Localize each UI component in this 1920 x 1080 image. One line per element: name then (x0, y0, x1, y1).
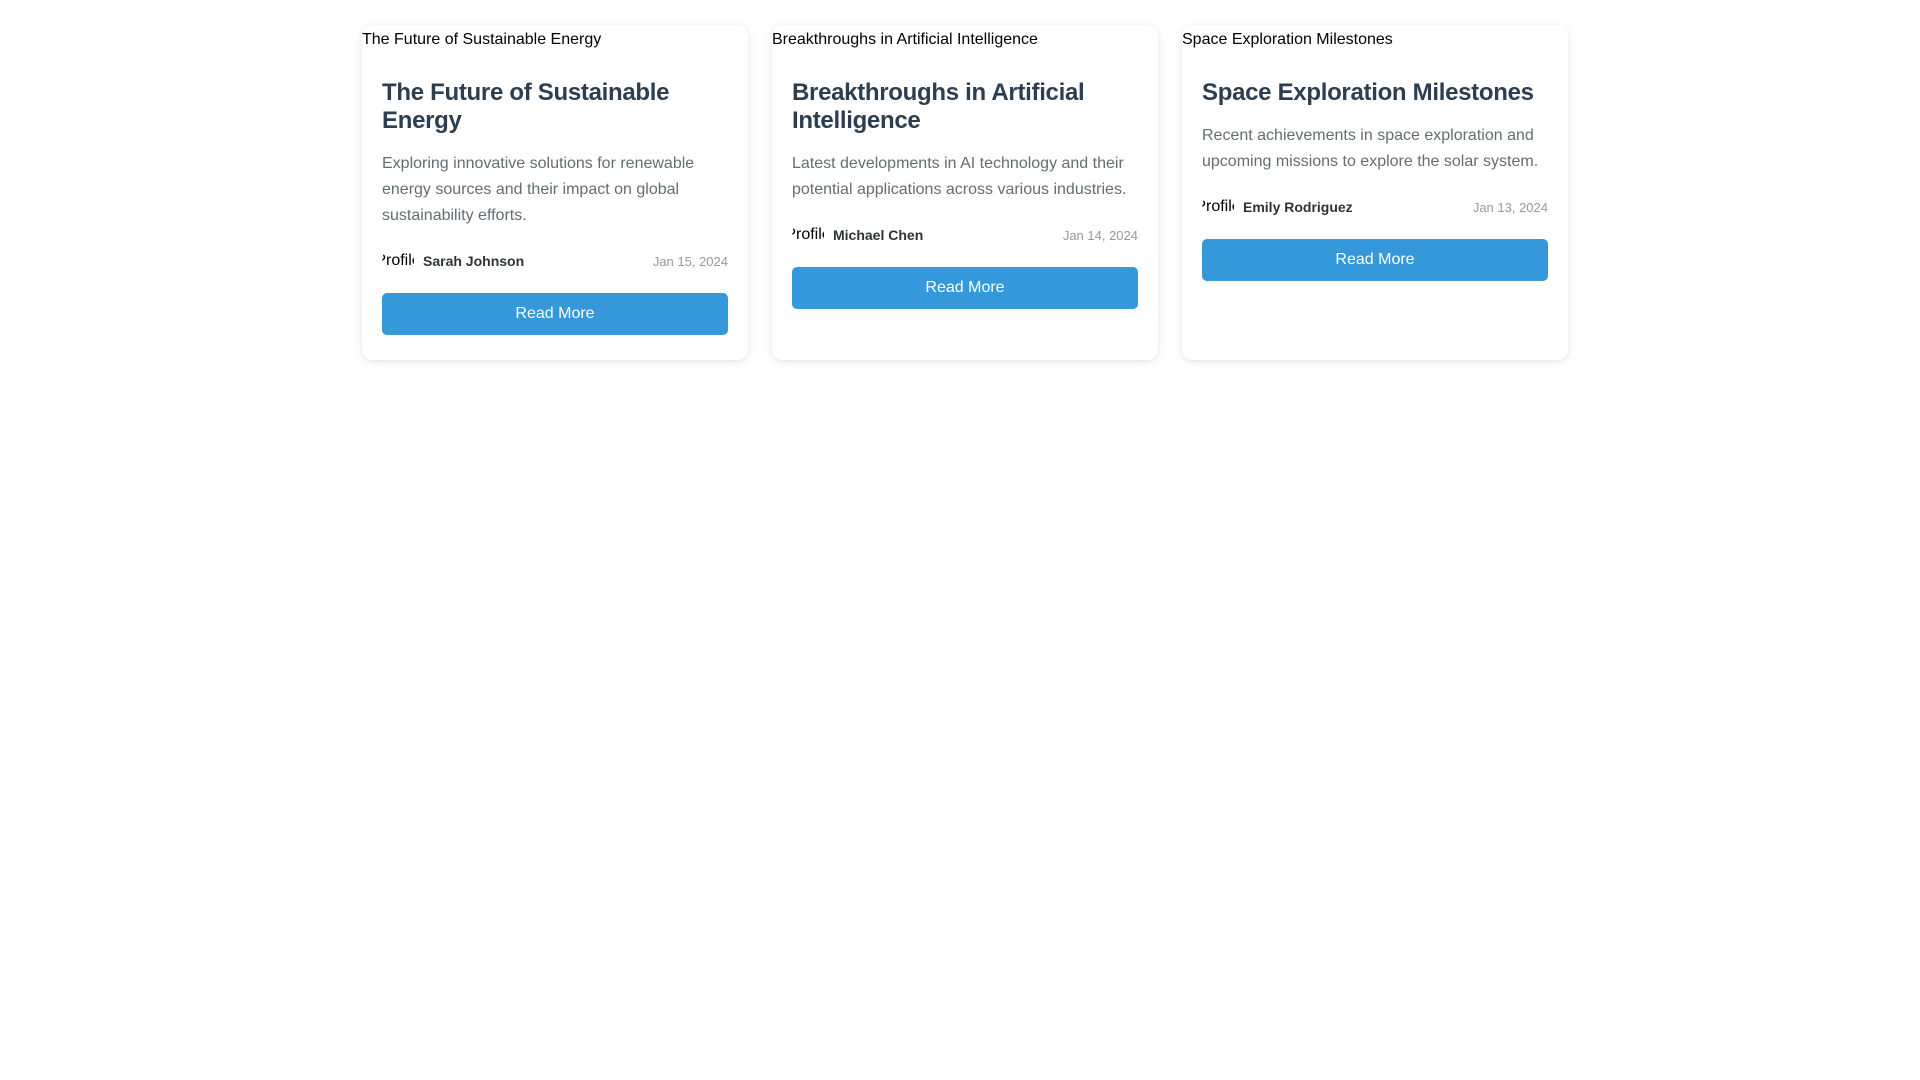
card-excerpt: Latest developments in AI technology and… (792, 155, 1127, 198)
card-body: Breakthroughs in Artificial Intelligence… (772, 55, 1158, 329)
author-name: Emily Rodriguez (1243, 199, 1353, 215)
card-meta: Profile Sarah Johnson Jan 15, 2024 (382, 245, 728, 277)
card-image-alt: The Future of Sustainable Energy (362, 31, 602, 48)
card-title[interactable]: Space Exploration Milestones (1202, 79, 1548, 107)
avatar: Profile (1202, 198, 1234, 215)
author-info: Profile Sarah Johnson (382, 245, 524, 277)
author-info: Profile Michael Chen (792, 219, 923, 251)
card-image: The Future of Sustainable Energy (362, 25, 748, 55)
author-name: Michael Chen (833, 227, 924, 243)
article-card-grid: The Future of Sustainable Energy The Fut… (362, 25, 1568, 360)
author-info: Profile Emily Rodriguez (1202, 191, 1353, 223)
article-card: The Future of Sustainable Energy The Fut… (362, 25, 748, 360)
read-more-button[interactable]: Read More (1202, 239, 1548, 281)
read-more-button[interactable]: Read More (382, 293, 728, 335)
card-title[interactable]: Breakthroughs in Artificial Intelligence (792, 79, 1138, 135)
article-card: Breakthroughs in Artificial Intelligence… (772, 25, 1158, 360)
card-image: Breakthroughs in Artificial Intelligence (772, 25, 1158, 55)
avatar: Profile (792, 226, 824, 243)
post-date: Jan 13, 2024 (1472, 199, 1548, 215)
post-date: Jan 14, 2024 (1062, 227, 1138, 243)
broken-image-icon: Breakthroughs in Artificial Intelligence (772, 30, 1038, 50)
article-card: Space Exploration Milestones Space Explo… (1182, 25, 1568, 360)
card-excerpt: Exploring innovative solutions for renew… (382, 155, 695, 224)
broken-image-icon: The Future of Sustainable Energy (362, 30, 601, 50)
avatar: Profile (382, 252, 414, 269)
post-date: Jan 15, 2024 (652, 253, 728, 269)
author-name: Sarah Johnson (423, 253, 525, 269)
card-meta: Profile Emily Rodriguez Jan 13, 2024 (1202, 191, 1548, 223)
card-body: The Future of Sustainable Energy Explori… (362, 55, 748, 355)
broken-image-icon: Space Exploration Milestones (1182, 30, 1393, 50)
card-meta: Profile Michael Chen Jan 14, 2024 (792, 219, 1138, 251)
read-more-button[interactable]: Read More (792, 267, 1138, 309)
card-image-alt: Space Exploration Milestones (1182, 31, 1393, 48)
card-image: Space Exploration Milestones (1182, 25, 1568, 55)
card-body: Space Exploration Milestones Recent achi… (1182, 55, 1568, 301)
card-title[interactable]: The Future of Sustainable Energy (382, 79, 728, 135)
card-image-alt: Breakthroughs in Artificial Intelligence (772, 31, 1038, 48)
card-excerpt: Recent achievements in space exploration… (1202, 127, 1539, 170)
